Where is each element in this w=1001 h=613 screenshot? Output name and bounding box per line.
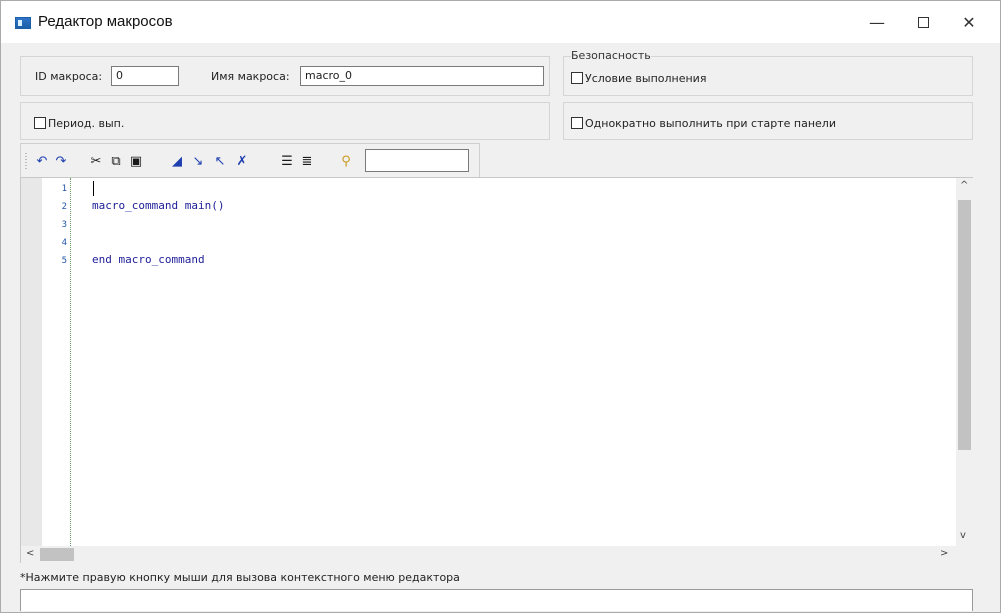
- scroll-down-icon[interactable]: v: [960, 530, 966, 541]
- bookmark-toggle-icon[interactable]: ◢: [168, 152, 186, 170]
- line-number: 4: [61, 238, 67, 248]
- line-number: 1: [61, 184, 67, 194]
- horizontal-scroll-thumb[interactable]: [40, 548, 74, 561]
- scroll-right-icon[interactable]: >: [940, 548, 948, 559]
- macro-id-panel: ID макроса: 0 Имя макроса: macro_0: [20, 56, 550, 96]
- line-number: 2: [61, 202, 67, 212]
- bookmark-next-icon[interactable]: ↘: [189, 152, 207, 170]
- periodic-exec-checkbox[interactable]: Период. вып.: [34, 117, 124, 130]
- run-once-panel: Однократно выполнить при старте панели: [563, 102, 973, 140]
- security-group: Условие выполнения: [563, 56, 973, 96]
- indent-icon[interactable]: ☰: [278, 152, 296, 170]
- exec-condition-check[interactable]: [571, 72, 583, 84]
- line-number: 5: [61, 256, 67, 266]
- line-number-gutter: 1 2 3 4 5: [42, 178, 71, 546]
- close-button[interactable]: ✕: [946, 1, 992, 43]
- copy-icon[interactable]: ⧉: [107, 152, 125, 170]
- code-line[interactable]: end macro_command: [92, 253, 205, 266]
- title-bar[interactable]: Редактор макросов — ✕: [1, 1, 1000, 43]
- horizontal-scrollbar[interactable]: < >: [21, 546, 956, 563]
- minimize-icon: —: [869, 12, 885, 32]
- minimize-button[interactable]: —: [854, 1, 900, 43]
- periodic-panel: Период. вып.: [20, 102, 550, 140]
- maximize-icon: [917, 16, 929, 28]
- macro-name-input[interactable]: macro_0: [300, 66, 544, 86]
- vertical-scrollbar[interactable]: ^ v: [956, 178, 973, 546]
- window-title: Редактор макросов: [38, 13, 173, 30]
- vertical-scroll-thumb[interactable]: [958, 200, 971, 450]
- exec-condition-checkbox[interactable]: Условие выполнения: [571, 72, 706, 85]
- run-once-label: Однократно выполнить при старте панели: [585, 117, 836, 130]
- periodic-exec-label: Период. вып.: [48, 117, 125, 130]
- paste-icon[interactable]: ▣: [127, 152, 145, 170]
- context-menu-hint: *Нажмите правую кнопку мыши для вызова к…: [20, 571, 460, 584]
- code-editor[interactable]: 1 2 3 4 5 macro_command main() end macro…: [20, 177, 973, 563]
- app-icon: [15, 17, 31, 29]
- text-caret: [93, 181, 94, 196]
- scroll-left-icon[interactable]: <: [26, 548, 34, 559]
- redo-icon[interactable]: ↷: [52, 152, 70, 170]
- bookmark-prev-icon[interactable]: ↖: [211, 152, 229, 170]
- toolbar-grip[interactable]: [25, 152, 27, 170]
- bookmark-clear-icon[interactable]: ✗: [233, 152, 251, 170]
- close-icon: ✕: [962, 12, 976, 32]
- macro-id-label: ID макроса:: [35, 70, 103, 83]
- line-number: 3: [61, 220, 67, 230]
- scrollbar-corner: [956, 546, 973, 563]
- security-group-title: Безопасность: [571, 49, 651, 62]
- code-line[interactable]: macro_command main(): [92, 199, 224, 212]
- scroll-up-icon[interactable]: ^: [960, 180, 968, 191]
- output-box: [20, 589, 973, 611]
- editor-toolbar: ↶ ↷ ✂ ⧉ ▣ ◢ ↘ ↖ ✗ ☰ ≣ ⚲: [20, 143, 480, 177]
- cut-icon[interactable]: ✂: [87, 152, 105, 170]
- bookmark-margin[interactable]: [21, 178, 42, 546]
- run-once-check[interactable]: [571, 117, 583, 129]
- run-once-checkbox[interactable]: Однократно выполнить при старте панели: [571, 117, 836, 130]
- find-input[interactable]: [365, 149, 469, 172]
- macro-name-label: Имя макроса:: [211, 70, 290, 83]
- macro-id-input[interactable]: 0: [111, 66, 179, 86]
- macro-editor-window: Редактор макросов — ✕ ID макроса: 0 Имя …: [0, 0, 1001, 613]
- undo-icon[interactable]: ↶: [33, 152, 51, 170]
- maximize-button[interactable]: [900, 1, 946, 43]
- exec-condition-label: Условие выполнения: [585, 72, 707, 85]
- find-icon[interactable]: ⚲: [337, 152, 355, 170]
- outdent-icon[interactable]: ≣: [298, 152, 316, 170]
- periodic-exec-check[interactable]: [34, 117, 46, 129]
